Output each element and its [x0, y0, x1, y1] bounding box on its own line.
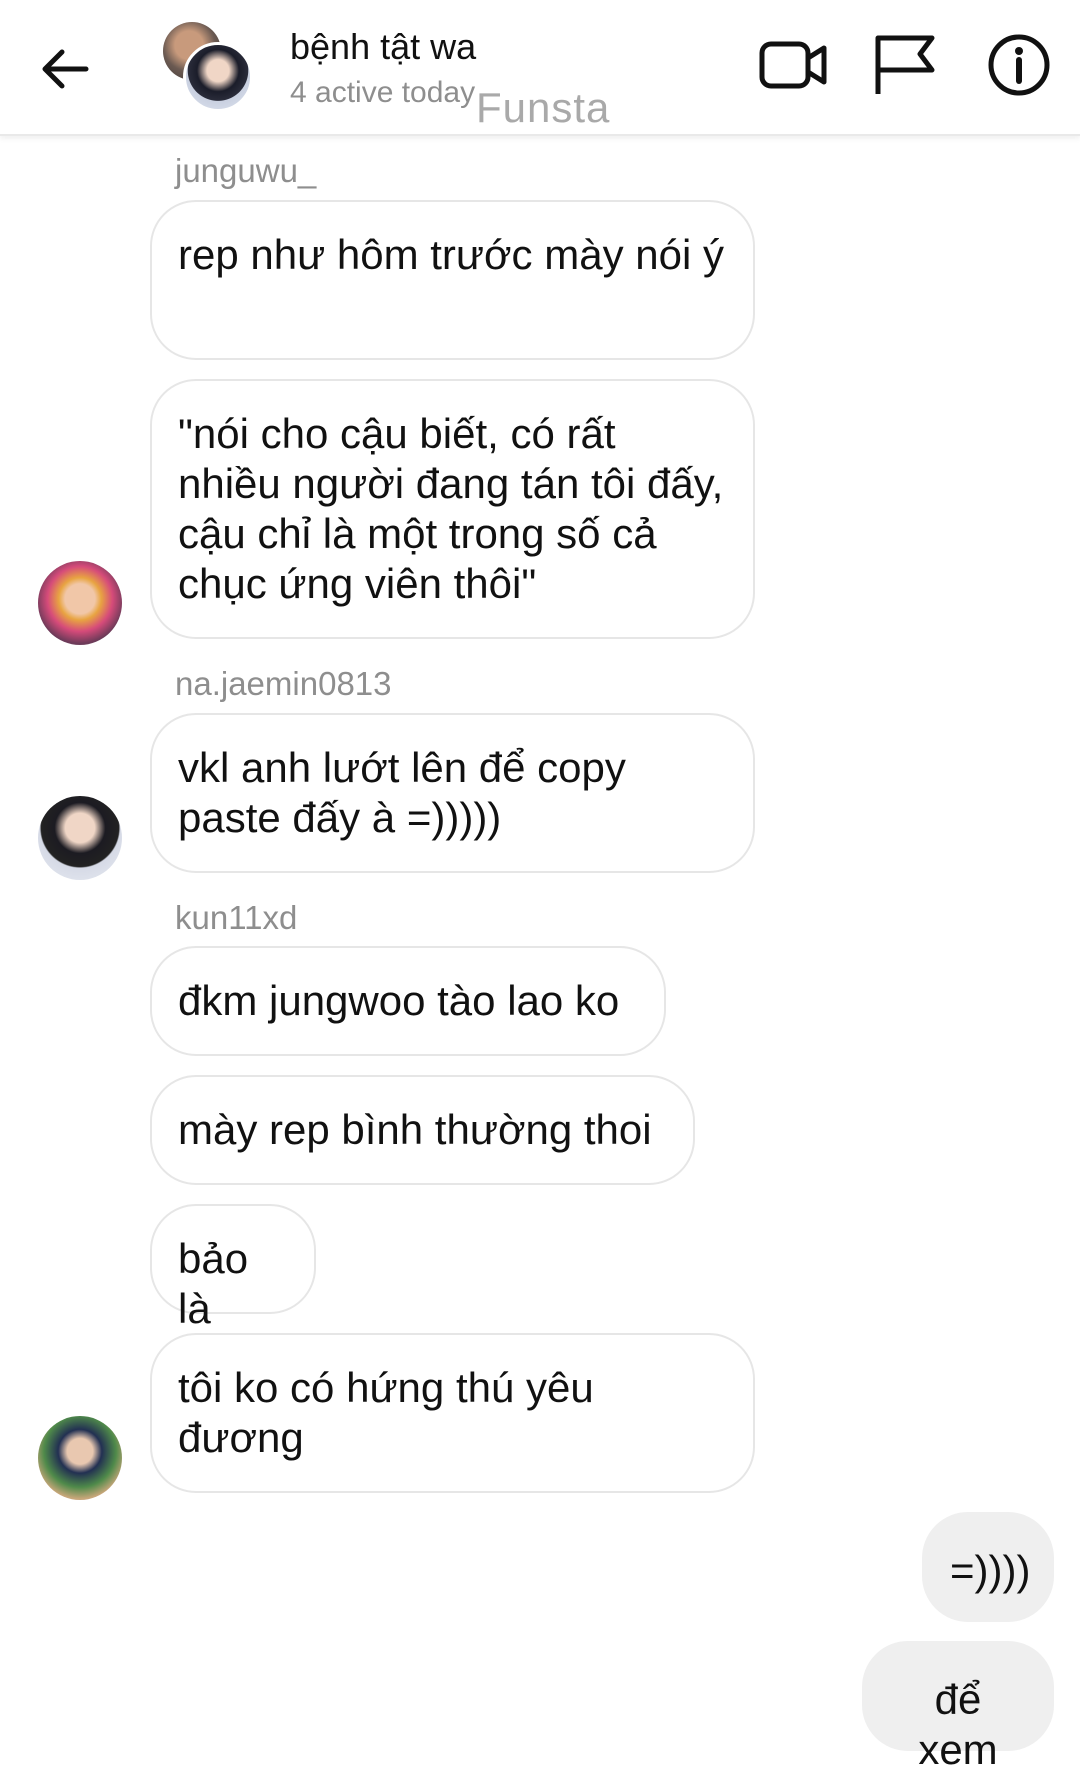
active-status: 4 active today: [290, 76, 476, 109]
my-message-bubble[interactable]: để xem: [862, 1641, 1054, 1773]
chat-header: bệnh tật wa 4 active today Funsta: [0, 0, 1080, 136]
chat-title[interactable]: bệnh tật wa: [290, 26, 476, 68]
message-bubble[interactable]: đkm jungwoo tào lao ko: [150, 946, 666, 1056]
sender-username: na.jaemin0813: [175, 665, 392, 702]
sender-username: junguwu_: [175, 152, 317, 189]
my-message-bubble[interactable]: =)))): [922, 1512, 1054, 1622]
group-avatar-front: [183, 42, 253, 112]
video-call-icon[interactable]: [758, 30, 828, 100]
back-arrow-icon[interactable]: [38, 42, 92, 96]
message-bubble[interactable]: rep như hôm trước mày nói ý: [150, 200, 755, 360]
message-bubble[interactable]: mày rep bình thường thoi: [150, 1075, 695, 1185]
info-icon[interactable]: [984, 30, 1054, 100]
message-bubble[interactable]: vkl anh lướt lên để copy paste đấy à =))…: [150, 713, 755, 873]
flag-icon[interactable]: [870, 30, 940, 100]
avatar[interactable]: [38, 1416, 122, 1500]
message-bubble[interactable]: "nói cho cậu biết, có rất nhiều người đa…: [150, 379, 755, 639]
group-avatar[interactable]: [163, 22, 253, 112]
sender-username: kun11xd: [175, 899, 298, 936]
message-bubble[interactable]: bảo là: [150, 1204, 316, 1332]
avatar[interactable]: [38, 796, 122, 880]
message-bubble[interactable]: tôi ko có hứng thú yêu đương: [150, 1333, 755, 1493]
avatar[interactable]: [38, 561, 122, 645]
watermark: Funsta: [476, 84, 611, 131]
